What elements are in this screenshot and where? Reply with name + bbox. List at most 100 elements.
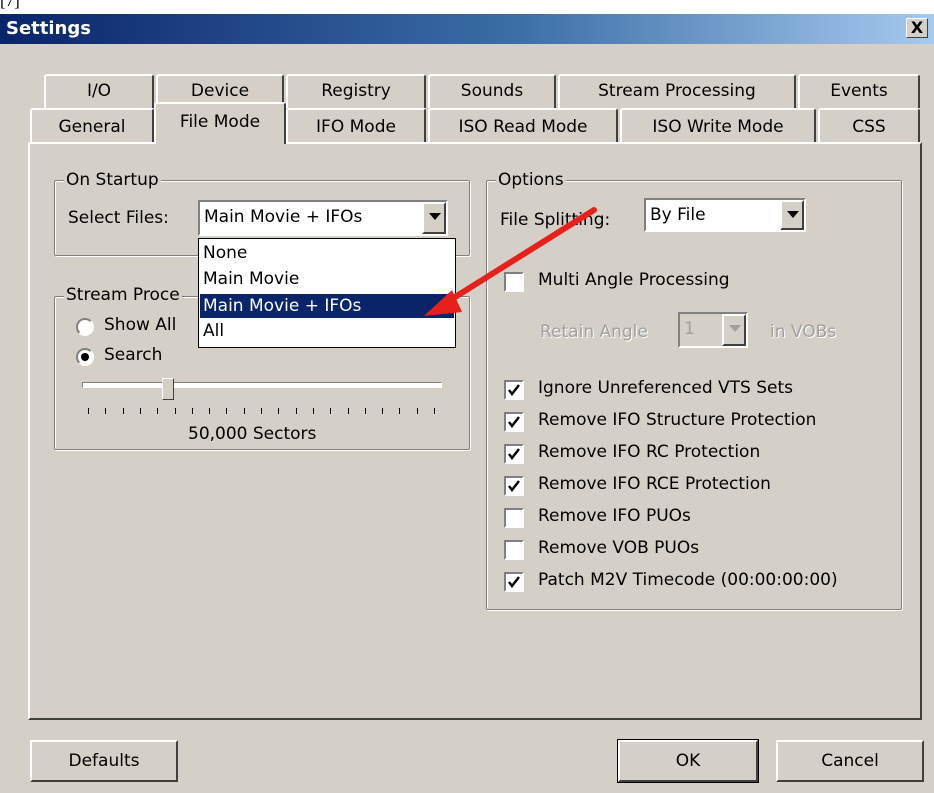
slider-track [82,382,442,388]
remove-ifo-structure-label: Remove IFO Structure Protection [538,410,817,430]
retain-angle-combo[interactable]: 1 [678,312,748,348]
dropdown-option-main-movie[interactable]: Main Movie [200,267,454,291]
retain-angle-label: Retain Angle [540,322,648,342]
sector-slider[interactable] [82,378,442,418]
ok-button[interactable]: OK [617,739,759,783]
slider-tick [123,408,124,414]
slider-tick [244,408,245,414]
remove-ifo-rc-label: Remove IFO RC Protection [538,442,761,462]
remove-ifo-rce-checkbox[interactable] [504,476,524,496]
tab-label: Events [830,81,888,101]
checkmark-icon [508,384,520,396]
retain-angle-value: 1 [684,319,695,339]
slider-tick [313,408,314,414]
slider-tick [348,408,349,414]
checkmark-icon [508,416,520,428]
title-bar: Settings X [0,14,934,44]
slider-tick [105,408,106,414]
patch-m2v-timecode-label: Patch M2V Timecode (00:00:00:00) [538,570,838,590]
patch-m2v-timecode-checkbox[interactable] [504,572,524,592]
select-files-dropdown: None Main Movie Main Movie + IFOs All [198,238,456,348]
chevron-down-icon[interactable] [722,314,746,346]
slider-caption: 50,000 Sectors [188,424,317,444]
tab-io[interactable]: I/O [44,74,154,108]
tab-label: General [58,117,126,137]
remove-ifo-puos-checkbox[interactable] [504,508,524,528]
defaults-button[interactable]: Defaults [30,740,178,782]
slider-tick [296,408,297,414]
tab-css[interactable]: CSS [818,108,920,144]
ignore-unreferenced-vts-label: Ignore Unreferenced VTS Sets [538,378,794,398]
slider-tick [175,408,176,414]
remove-ifo-structure-checkbox[interactable] [504,412,524,432]
slider-tick [192,408,193,414]
select-files-combo[interactable]: Main Movie + IFOs [198,200,448,236]
window-top-edge: [7] [0,0,934,14]
tab-label: Registry [321,81,391,101]
tab-label: I/O [86,81,112,101]
slider-tick [434,408,435,414]
show-all-radio[interactable] [76,318,94,336]
tab-events[interactable]: Events [798,74,920,108]
tab-label: Device [190,81,250,101]
on-startup-legend: On Startup [64,170,161,190]
file-splitting-label: File Splitting: [500,210,611,230]
slider-tick [209,408,210,414]
ignore-unreferenced-vts-checkbox[interactable] [504,380,524,400]
stream-processing-legend: Stream Proce [64,285,182,305]
window-title: Settings [6,18,91,39]
remove-ifo-puos-label: Remove IFO PUOs [538,506,691,526]
multi-angle-label: Multi Angle Processing [538,270,730,290]
slider-tick [278,408,279,414]
tab-file-mode[interactable]: File Mode [154,102,286,144]
tab-stream-processing[interactable]: Stream Processing [558,74,796,108]
slider-thumb[interactable] [162,378,174,400]
cancel-button[interactable]: Cancel [776,740,924,782]
tab-iso-write-mode[interactable]: ISO Write Mode [620,108,816,144]
slider-tick [88,408,89,414]
close-button[interactable]: X [906,18,928,38]
remove-ifo-rc-checkbox[interactable] [504,444,524,464]
file-splitting-value: By File [650,205,706,225]
options-legend: Options [496,170,566,190]
file-splitting-combo[interactable]: By File [644,198,806,232]
remove-vob-puos-label: Remove VOB PUOs [538,538,700,558]
search-radio[interactable] [76,348,94,366]
select-files-label: Select Files: [68,208,169,228]
close-icon: X [910,18,924,37]
slider-tick [382,408,383,414]
remove-vob-puos-checkbox[interactable] [504,540,524,560]
tab-sounds[interactable]: Sounds [428,74,556,108]
select-files-value: Main Movie + IFOs [204,207,363,227]
show-all-label: Show All [104,315,177,335]
tab-registry[interactable]: Registry [286,74,426,108]
chevron-down-icon[interactable] [422,202,446,234]
slider-tick [226,408,227,414]
tab-label: ISO Read Mode [458,117,588,137]
slider-tick [417,408,418,414]
dropdown-option-none[interactable]: None [200,241,454,265]
chevron-down-icon[interactable] [780,200,804,230]
tab-label: Sounds [460,81,524,101]
multi-angle-checkbox[interactable] [504,272,524,292]
tab-label: File Mode [179,112,261,132]
slider-tick [261,408,262,414]
slider-tick [330,408,331,414]
checkmark-icon [508,448,520,460]
tab-label: ISO Write Mode [652,117,784,137]
slider-tick [140,408,141,414]
dropdown-option-main-movie-ifos[interactable]: Main Movie + IFOs [200,294,454,318]
tab-iso-read-mode[interactable]: ISO Read Mode [428,108,618,144]
remove-ifo-rce-label: Remove IFO RCE Protection [538,474,771,494]
slider-tick [157,408,158,414]
tab-ifo-mode[interactable]: IFO Mode [286,108,426,144]
dropdown-option-all[interactable]: All [200,319,454,343]
tab-label: Stream Processing [598,81,756,101]
in-vobs-label: in VOBs [770,322,837,342]
checkmark-icon [508,480,520,492]
slider-tick [365,408,366,414]
slider-tick [399,408,400,414]
tab-label: CSS [852,117,886,137]
checkmark-icon [508,576,520,588]
tab-general[interactable]: General [30,108,154,144]
